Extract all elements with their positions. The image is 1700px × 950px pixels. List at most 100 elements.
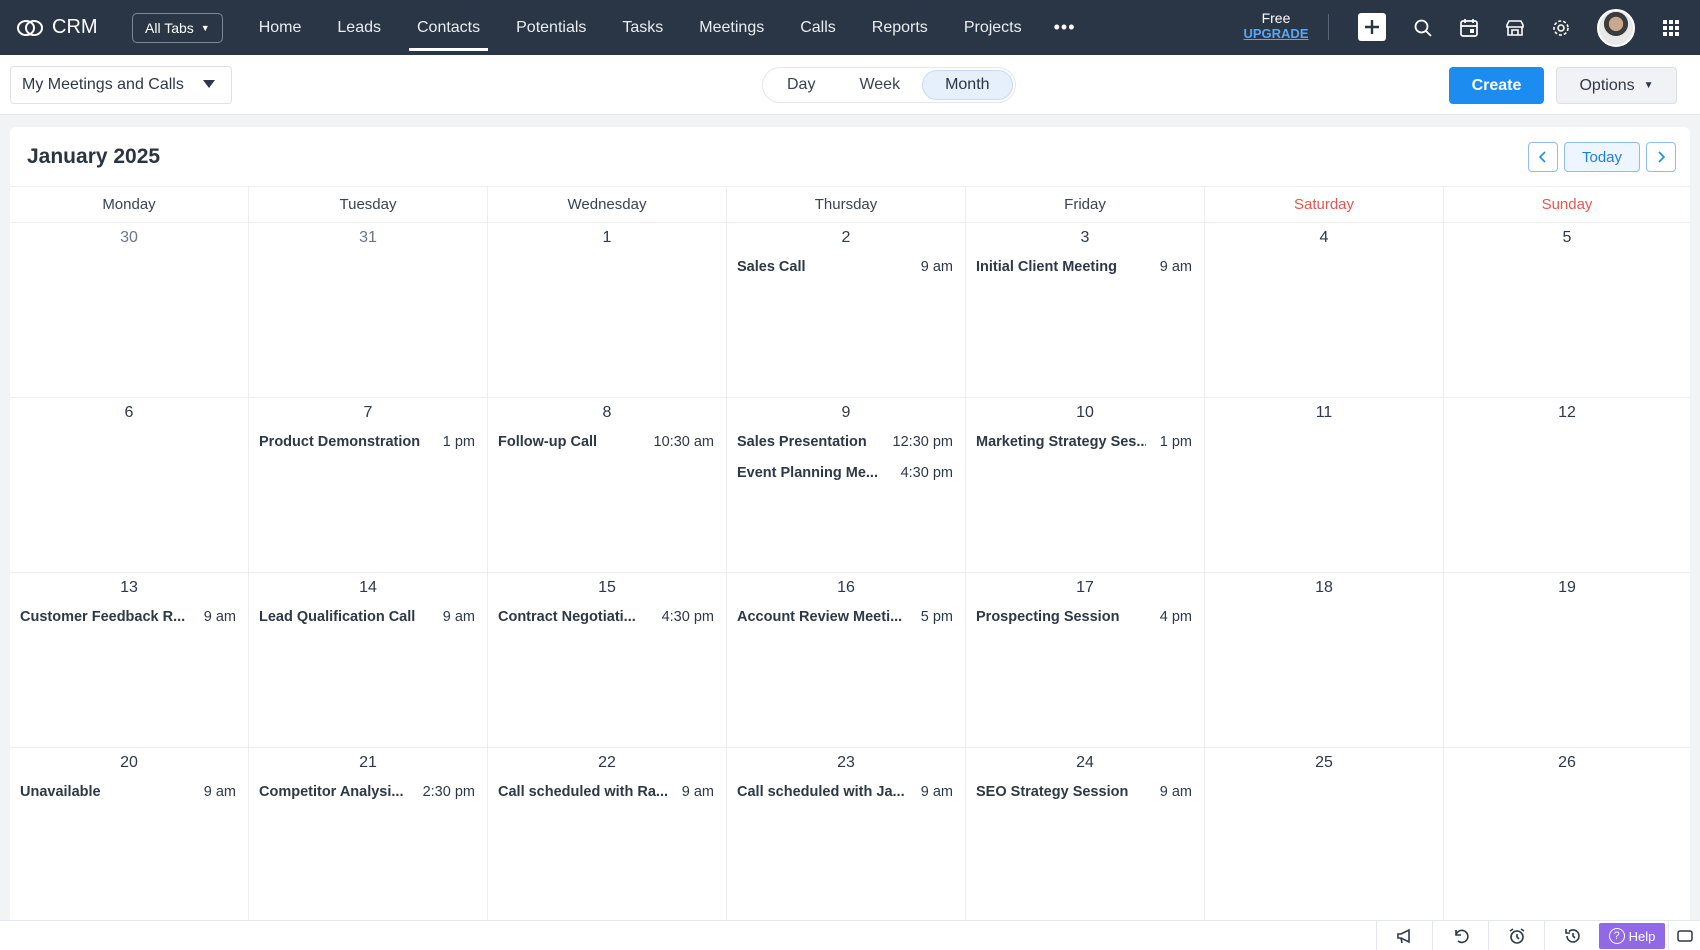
event-time: 1 pm (1159, 433, 1192, 450)
day-number: 25 (1315, 754, 1333, 771)
crm-logo[interactable]: CRM (16, 16, 112, 39)
day-cell[interactable]: 30 (10, 223, 249, 398)
help-button[interactable]: ? Help (1599, 923, 1665, 949)
day-cell[interactable]: 5 (1444, 223, 1690, 398)
nav-link-tasks[interactable]: Tasks (604, 0, 681, 55)
calendar-event[interactable]: Lead Qualification Call 9 am (249, 601, 487, 632)
calendar-event[interactable]: SEO Strategy Session 9 am (966, 776, 1204, 807)
options-button[interactable]: Options ▼ (1556, 67, 1677, 104)
calendar-event[interactable]: Marketing Strategy Ses... 1 pm (966, 426, 1204, 457)
weekday-header: Saturday (1205, 187, 1444, 222)
calendar-event[interactable]: Customer Feedback R... 9 am (10, 601, 248, 632)
event-time: 4:30 pm (661, 608, 714, 625)
day-cell[interactable]: 11 (1205, 398, 1444, 573)
day-number: 16 (837, 579, 855, 596)
megaphone-icon[interactable] (1376, 921, 1432, 950)
store-icon[interactable] (1500, 13, 1530, 43)
day-cell[interactable]: 6 (10, 398, 249, 573)
day-cell[interactable]: 19 (1444, 573, 1690, 748)
gear-icon[interactable] (1546, 13, 1576, 43)
event-title: Initial Client Meeting (976, 258, 1117, 275)
more-tabs-button[interactable]: ••• (1040, 0, 1090, 55)
day-cell[interactable]: 17 Prospecting Session 4 pm (966, 573, 1205, 748)
day-cell[interactable]: 10 Marketing Strategy Ses... 1 pm (966, 398, 1205, 573)
day-number: 17 (1076, 579, 1094, 596)
calendar-event[interactable]: Call scheduled with Ra... 9 am (488, 776, 726, 807)
mode-week-button[interactable]: Week (837, 70, 922, 100)
day-cell[interactable]: 25 (1205, 748, 1444, 920)
nav-link-reports[interactable]: Reports (854, 0, 946, 55)
chat-icon[interactable] (1668, 921, 1700, 950)
day-cell[interactable]: 20 Unavailable 9 am (10, 748, 249, 920)
nav-link-calls[interactable]: Calls (782, 0, 854, 55)
calendar-event[interactable]: Product Demonstration 1 pm (249, 426, 487, 457)
day-cell[interactable]: 7 Product Demonstration 1 pm (249, 398, 488, 573)
calendar-icon[interactable] (1454, 13, 1484, 43)
nav-link-leads[interactable]: Leads (319, 0, 399, 55)
calendar-event[interactable]: Sales Call 9 am (727, 251, 965, 282)
calendar-event[interactable]: Prospecting Session 4 pm (966, 601, 1204, 632)
event-time: 4 pm (1159, 608, 1192, 625)
history-icon[interactable] (1544, 921, 1600, 950)
calendar-event[interactable]: Call scheduled with Ja... 9 am (727, 776, 965, 807)
day-cell[interactable]: 8 Follow-up Call 10:30 am (488, 398, 727, 573)
calendar-event[interactable]: Follow-up Call 10:30 am (488, 426, 726, 457)
day-cell[interactable]: 15 Contract Negotiati... 4:30 pm (488, 573, 727, 748)
day-cell[interactable]: 13 Customer Feedback R... 9 am (10, 573, 249, 748)
calendar-event[interactable]: Sales Presentation 12:30 pm (727, 426, 965, 457)
day-cell[interactable]: 24 SEO Strategy Session 9 am (966, 748, 1205, 920)
day-number: 21 (359, 754, 377, 771)
day-cell[interactable]: 21 Competitor Analysi... 2:30 pm (249, 748, 488, 920)
day-cell[interactable]: 9 Sales Presentation 12:30 pm Event Plannin… (727, 398, 966, 573)
all-tabs-dropdown[interactable]: All Tabs ▼ (132, 12, 223, 43)
alarm-icon[interactable] (1488, 921, 1544, 950)
day-number: 6 (124, 404, 134, 421)
nav-link-potentials[interactable]: Potentials (498, 0, 604, 55)
day-cell[interactable]: 3 Initial Client Meeting 9 am (966, 223, 1205, 398)
event-time: 9 am (920, 783, 953, 800)
calendar-event[interactable]: Initial Client Meeting 9 am (966, 251, 1204, 282)
day-cell[interactable]: 12 (1444, 398, 1690, 573)
nav-link-contacts[interactable]: Contacts (399, 0, 498, 55)
mode-month-button[interactable]: Month (922, 70, 1013, 100)
search-icon[interactable] (1408, 13, 1438, 43)
undo-icon[interactable] (1432, 921, 1488, 950)
calendar-event[interactable]: Competitor Analysi... 2:30 pm (249, 776, 487, 807)
day-number: 22 (598, 754, 616, 771)
nav-link-meetings[interactable]: Meetings (681, 0, 782, 55)
day-cell[interactable]: 14 Lead Qualification Call 9 am (249, 573, 488, 748)
create-button[interactable]: Create (1449, 67, 1544, 104)
day-cell[interactable]: 1 (488, 223, 727, 398)
day-number: 14 (359, 579, 377, 596)
plus-icon[interactable] (1358, 13, 1386, 41)
day-cell[interactable]: 16 Account Review Meeti... 5 pm (727, 573, 966, 748)
mode-day-button[interactable]: Day (765, 70, 837, 100)
day-cell[interactable]: 2 Sales Call 9 am (727, 223, 966, 398)
calendar-event[interactable]: Contract Negotiati... 4:30 pm (488, 601, 726, 632)
day-cell[interactable]: 18 (1205, 573, 1444, 748)
weekday-header: Tuesday (249, 187, 488, 222)
day-cell[interactable]: 4 (1205, 223, 1444, 398)
avatar[interactable] (1597, 9, 1635, 47)
day-number: 18 (1315, 579, 1333, 596)
calendar-event[interactable]: Event Planning Me... 4:30 pm (727, 457, 965, 488)
nav-link-projects[interactable]: Projects (946, 0, 1040, 55)
day-cell[interactable]: 26 (1444, 748, 1690, 920)
day-cell[interactable]: 23 Call scheduled with Ja... 9 am (727, 748, 966, 920)
next-month-button[interactable] (1646, 142, 1676, 172)
event-title: Product Demonstration (259, 433, 421, 450)
event-time: 9 am (442, 608, 475, 625)
view-select[interactable]: My Meetings and Calls (10, 66, 232, 104)
event-title: Sales Call (737, 258, 806, 275)
day-cell[interactable]: 31 (249, 223, 488, 398)
options-label: Options (1579, 76, 1635, 94)
calendar-event[interactable]: Account Review Meeti... 5 pm (727, 601, 965, 632)
nav-link-home[interactable]: Home (241, 0, 320, 55)
calendar-event[interactable]: Unavailable 9 am (10, 776, 248, 807)
apps-grid-icon[interactable] (1656, 13, 1686, 43)
day-cell[interactable]: 22 Call scheduled with Ra... 9 am (488, 748, 727, 920)
prev-month-button[interactable] (1528, 142, 1558, 172)
upgrade-link[interactable]: UPGRADE (1226, 26, 1326, 42)
weekday-header: Thursday (727, 187, 966, 222)
today-button[interactable]: Today (1564, 142, 1640, 172)
